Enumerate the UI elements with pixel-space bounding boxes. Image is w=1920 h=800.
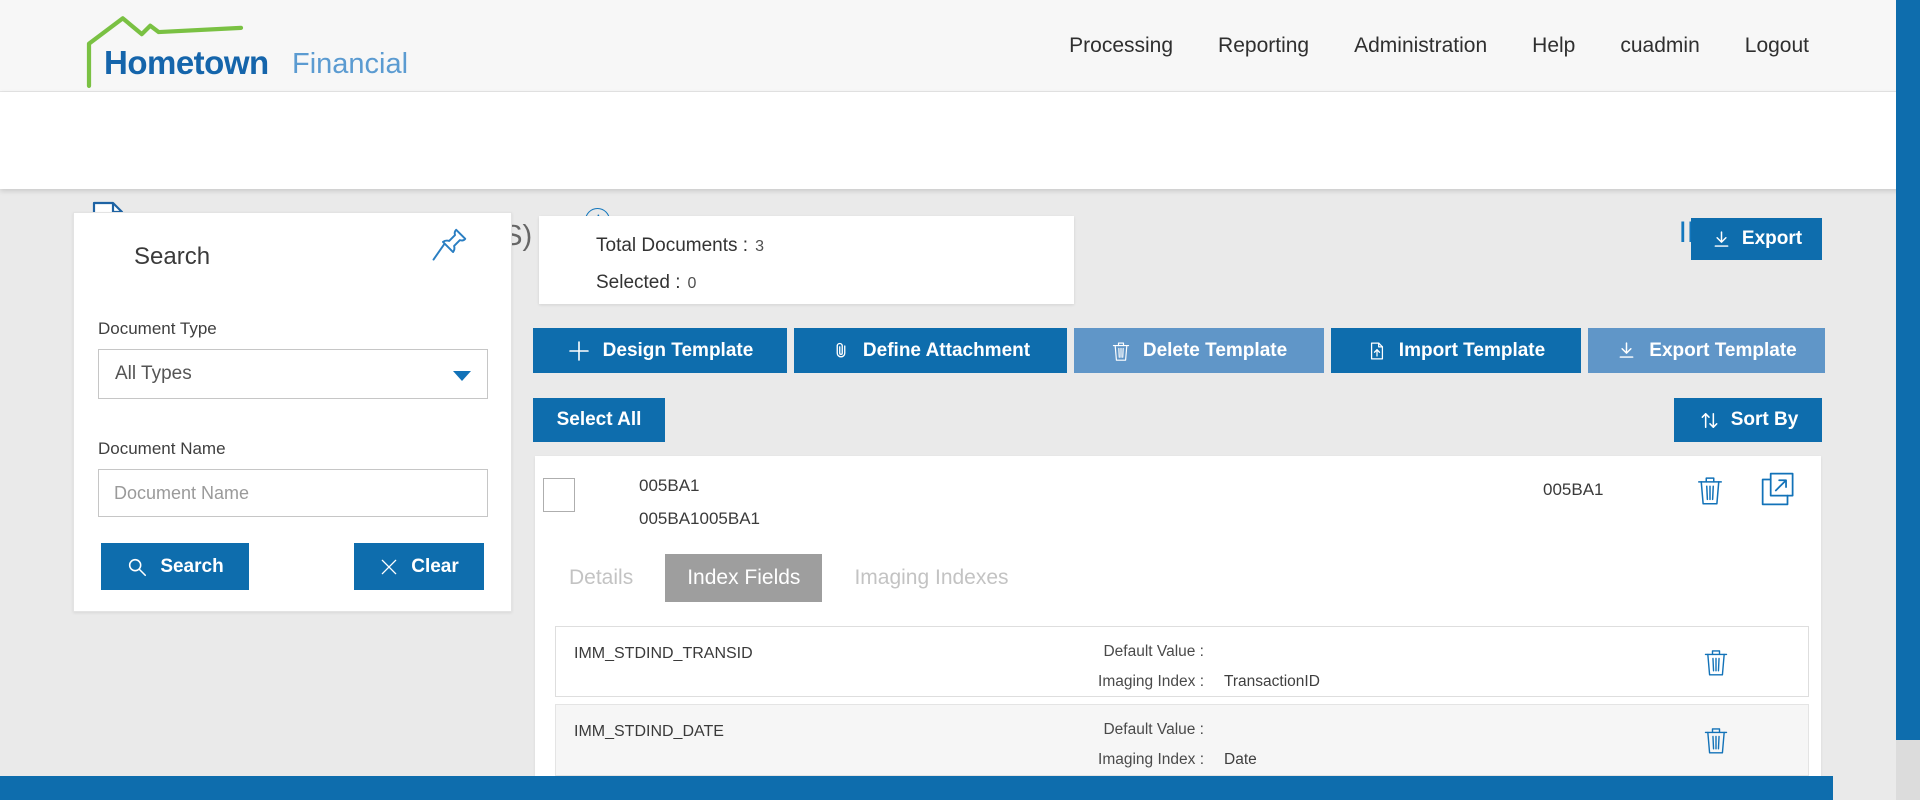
logo-subtext: Financial: [292, 48, 409, 80]
selected-count: 0: [687, 275, 697, 292]
footer-bar: [0, 776, 1833, 800]
delete-index-field-button[interactable]: [1702, 718, 1730, 765]
imaging-index-value: Date: [1224, 751, 1257, 768]
nav-item-processing[interactable]: Processing: [1069, 34, 1173, 58]
top-nav: Hometown Financial Processing Reporting …: [0, 0, 1920, 92]
delete-index-field-button[interactable]: [1702, 640, 1730, 687]
index-field-name: IMM_STDIND_DATE: [574, 723, 724, 740]
magnifier-icon: [129, 558, 147, 576]
nav-item-reporting[interactable]: Reporting: [1218, 34, 1309, 58]
open-external-icon: [1761, 472, 1794, 506]
imaging-index-label: Imaging Index :: [1098, 673, 1204, 690]
trash-icon: [1698, 477, 1722, 505]
sort-by-button[interactable]: Sort By: [1674, 398, 1822, 442]
title-bar: Document Maintenance (RTS) i IMM eSign: [0, 92, 1920, 252]
document-card: 005BA1 005BA1005BA1 005BA1 Details Index…: [535, 456, 1821, 776]
trash-icon: [1704, 728, 1728, 754]
vertical-scrollbar[interactable]: [1896, 0, 1920, 800]
total-documents: Total Documents :3: [596, 235, 764, 256]
select-all-button[interactable]: Select All: [533, 398, 665, 442]
delete-document-button[interactable]: [1695, 472, 1725, 511]
download-icon: [1714, 230, 1729, 247]
tab-index-fields[interactable]: Index Fields: [665, 554, 823, 602]
nav-item-help[interactable]: Help: [1532, 34, 1575, 58]
imaging-index-value: TransactionID: [1224, 673, 1320, 690]
pushpin-icon[interactable]: [429, 221, 473, 267]
nav-item-administration[interactable]: Administration: [1354, 34, 1487, 58]
default-value-label: Default Value :: [1103, 721, 1204, 738]
scrollbar-thumb[interactable]: [1896, 0, 1920, 740]
total-documents-count: 3: [755, 238, 764, 255]
export-button[interactable]: Export: [1691, 218, 1822, 260]
export-template-button[interactable]: Export Template: [1588, 328, 1825, 373]
imaging-index-label: Imaging Index :: [1098, 751, 1204, 768]
document-type-code: 005BA1: [1543, 480, 1604, 499]
page-upload-icon: [1370, 341, 1383, 360]
design-template-button[interactable]: Design Template: [533, 328, 787, 373]
document-checkbox[interactable]: [543, 478, 575, 512]
logo-text: Hometown: [104, 44, 269, 81]
logo[interactable]: Hometown Financial: [80, 10, 500, 88]
index-field-row: IMM_STDIND_TRANSID Default Value : Imagi…: [555, 626, 1809, 697]
document-type-label: Document Type: [98, 319, 217, 338]
up-down-arrows-icon: [1701, 412, 1718, 428]
search-panel-heading: Search: [134, 243, 211, 270]
x-icon: [381, 559, 397, 574]
plus-icon: [568, 340, 589, 361]
document-name-input[interactable]: [98, 469, 488, 517]
document-type-select[interactable]: All Types: [98, 349, 488, 399]
chevron-down-icon: [453, 371, 471, 381]
nav-item-logout[interactable]: Logout: [1745, 34, 1809, 58]
define-attachment-button[interactable]: Define Attachment: [794, 328, 1067, 373]
paperclip-icon: [836, 342, 846, 357]
document-type-value: All Types: [115, 363, 192, 384]
main-nav: Processing Reporting Administration Help…: [1069, 0, 1809, 92]
index-field-row: IMM_STDIND_DATE Default Value : Imaging …: [555, 704, 1809, 776]
nav-item-cuadmin[interactable]: cuadmin: [1620, 34, 1699, 58]
document-tabs: Details Index Fields Imaging Indexes: [569, 554, 1031, 602]
clear-button[interactable]: Clear: [354, 543, 484, 590]
index-field-name: IMM_STDIND_TRANSID: [574, 645, 753, 662]
delete-template-button[interactable]: Delete Template: [1074, 328, 1324, 373]
summary-card: Total Documents :3 Selected :0: [539, 216, 1074, 304]
search-button[interactable]: Search: [101, 543, 249, 590]
document-name-label: Document Name: [98, 439, 226, 458]
default-value-label: Default Value :: [1103, 643, 1204, 660]
template-actions: Design Template Define Attachment Delete…: [533, 328, 1825, 373]
open-document-button[interactable]: [1759, 470, 1797, 511]
selected-documents: Selected :0: [596, 272, 697, 293]
trash-icon: [1704, 650, 1728, 676]
import-template-button[interactable]: Import Template: [1331, 328, 1581, 373]
tab-details[interactable]: Details: [569, 554, 655, 602]
page: Hometown Financial Processing Reporting …: [0, 0, 1920, 800]
trash-icon: [1112, 342, 1129, 361]
document-subname: 005BA1005BA1: [639, 509, 760, 528]
search-panel: Search Document Type All Types Document …: [73, 212, 512, 612]
download-icon: [1619, 342, 1634, 358]
document-name: 005BA1: [639, 476, 700, 495]
tab-imaging-indexes[interactable]: Imaging Indexes: [832, 554, 1030, 602]
